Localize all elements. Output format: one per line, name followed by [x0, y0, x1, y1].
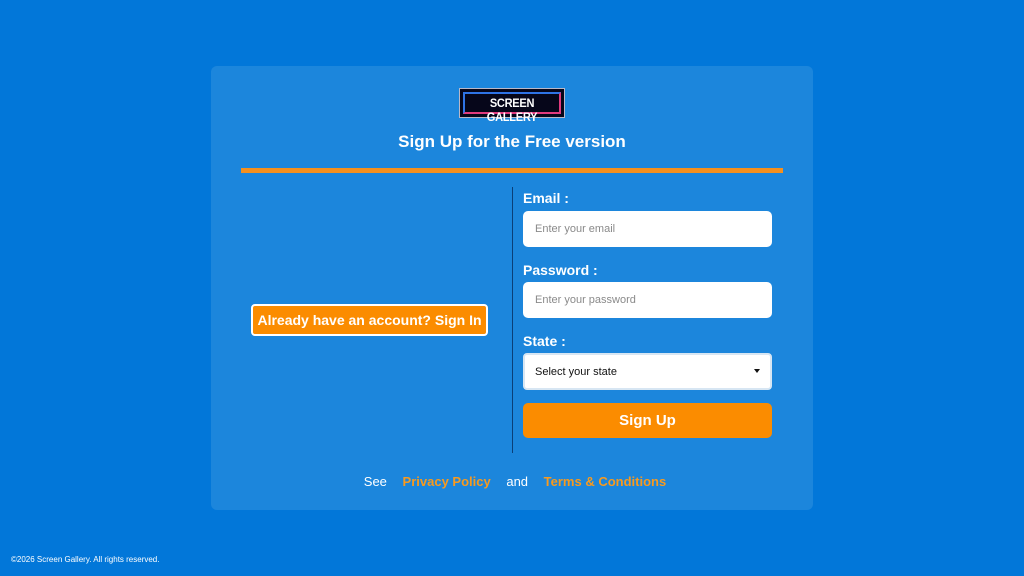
and-text: and [506, 474, 529, 489]
state-label: State : [523, 333, 566, 349]
orange-divider [241, 168, 783, 173]
password-field[interactable] [523, 282, 772, 318]
legal-links: See Privacy Policy and Terms & Condition… [211, 474, 813, 489]
page-title: Sign Up for the Free version [398, 132, 626, 151]
see-text: See [363, 474, 387, 489]
signup-card: SCREEN GALLERY Sign Up for the Free vers… [211, 66, 813, 510]
state-select-value: Select your state [535, 366, 617, 378]
password-label: Password : [523, 262, 598, 278]
logo-text: SCREEN GALLERY [486, 96, 538, 124]
screen-gallery-logo: SCREEN GALLERY [459, 88, 565, 124]
terms-conditions-link[interactable]: Terms & Conditions [544, 474, 667, 489]
privacy-policy-link[interactable]: Privacy Policy [403, 474, 491, 489]
sign-in-button[interactable]: Already have an account? Sign In [251, 304, 488, 336]
state-select[interactable]: Select your state [523, 353, 772, 390]
copyright-text: ©2026 Screen Gallery. All rights reserve… [11, 555, 160, 564]
vertical-divider [512, 187, 513, 453]
email-field[interactable] [523, 211, 772, 247]
email-label: Email : [523, 190, 569, 206]
caret-down-icon [754, 369, 760, 373]
sign-up-button[interactable]: Sign Up [523, 403, 772, 438]
